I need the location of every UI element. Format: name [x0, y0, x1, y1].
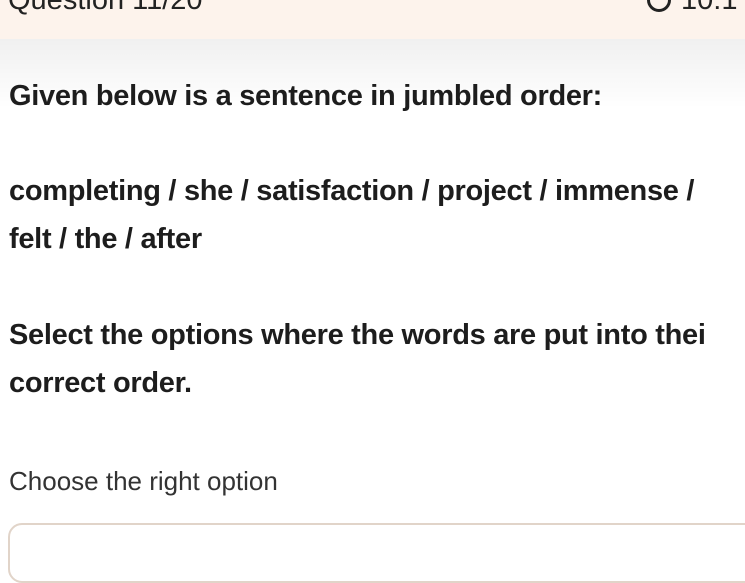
- timer-value: 10:1: [681, 0, 738, 16]
- jumbled-sentence-line-2: felt / the / after: [9, 223, 202, 255]
- choose-option-label: Choose the right option: [9, 466, 278, 496]
- answer-option[interactable]: [8, 523, 745, 583]
- question-counter: Question 11/20: [8, 0, 203, 16]
- question-prompt: Given below is a sentence in jumbled ord…: [9, 80, 603, 112]
- instruction-line-2: correct order.: [9, 367, 192, 399]
- timer: 10:1: [647, 0, 737, 15]
- question-header: Question 11/20 10:1: [0, 0, 745, 39]
- jumbled-sentence-line-1: completing / she / satisfaction / projec…: [9, 175, 695, 207]
- instruction-line-1: Select the options where the words are p…: [9, 319, 706, 351]
- clock-icon: [647, 0, 671, 12]
